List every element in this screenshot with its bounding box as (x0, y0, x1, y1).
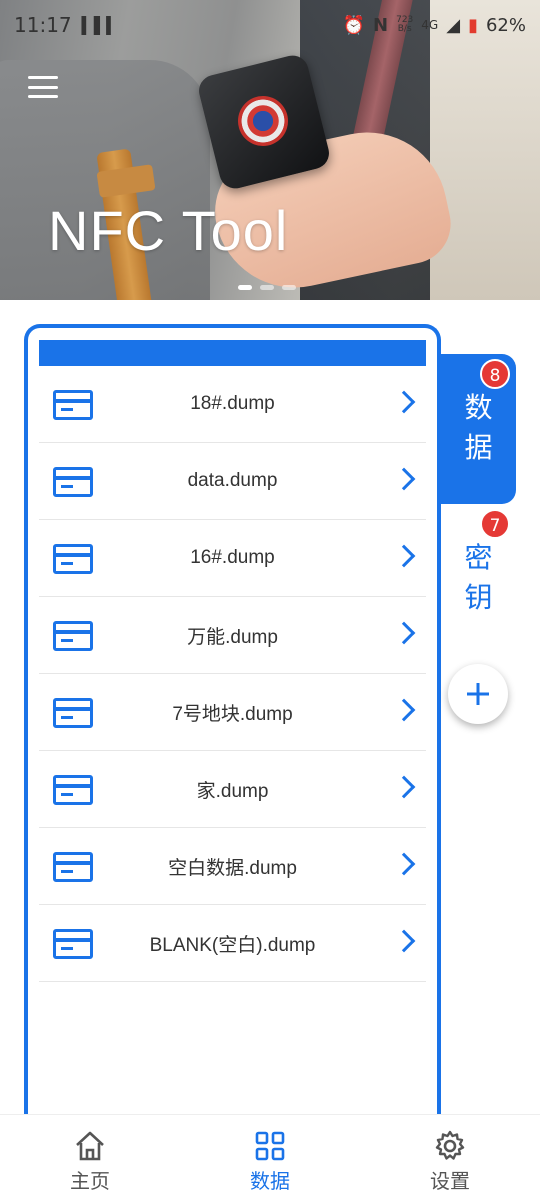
file-list-card: 18#.dump data.dump 16#.dump 万能.dump 7号地块.dum… (24, 324, 441, 1134)
file-name: 家.dump (196, 780, 269, 802)
tab-keys-label: 密钥 (464, 541, 493, 614)
battery-icon: ▮ (468, 14, 478, 36)
card-file-icon (53, 852, 93, 882)
gear-icon (435, 1130, 465, 1160)
file-row[interactable]: data.dump (39, 443, 426, 520)
card-file-icon (53, 621, 93, 651)
file-row[interactable]: 16#.dump (39, 520, 426, 597)
add-button[interactable] (448, 664, 508, 724)
grid-icon (255, 1131, 285, 1161)
bottom-navigation: 主页 数据 设置 (0, 1114, 540, 1200)
home-icon (76, 1131, 104, 1161)
keys-count-badge: 7 (480, 509, 510, 539)
page-dot (260, 285, 274, 290)
file-row[interactable]: 7号地块.dump (39, 674, 426, 751)
app-screen: NFC Tool 11:17 ▍▌▍ ⏰ N 723 B/s 4G ◢ ▮ 62%… (0, 0, 540, 1200)
file-row[interactable]: BLANK(空白).dump (39, 905, 426, 982)
network-speed: 723 B/s (396, 15, 414, 34)
nav-data[interactable]: 数据 (180, 1115, 360, 1200)
card-file-icon (53, 775, 93, 805)
file-name: 16#.dump (190, 547, 275, 568)
data-count-badge: 8 (480, 359, 510, 389)
file-name: BLANK(空白).dump (149, 934, 316, 956)
file-name: 7号地块.dump (172, 703, 293, 725)
hamburger-menu-icon[interactable] (28, 76, 58, 98)
card-file-icon (53, 544, 93, 574)
status-time: 11:17 (14, 13, 72, 37)
card-header-bar (39, 340, 426, 366)
network-type: 4G (421, 18, 439, 32)
nav-settings-label: 设置 (430, 1169, 470, 1193)
card-file-icon (53, 390, 93, 420)
card-file-icon (53, 467, 93, 497)
alarm-icon: ⏰ (342, 14, 366, 36)
nav-home[interactable]: 主页 (0, 1115, 180, 1200)
file-list: 18#.dump data.dump 16#.dump 万能.dump 7号地块.dum… (39, 366, 426, 982)
nav-data-label: 数据 (250, 1169, 290, 1193)
nfc-icon: N (373, 14, 389, 36)
file-name: 空白数据.dump (168, 857, 297, 879)
file-name: data.dump (187, 470, 278, 491)
file-row[interactable]: 万能.dump (39, 597, 426, 674)
nav-home-label: 主页 (70, 1169, 110, 1193)
battery-level: 62% (485, 14, 526, 36)
tab-data-label: 数据 (464, 391, 493, 464)
banner-image-shield (238, 96, 288, 146)
voice-icon: ▍▌▍ (81, 15, 119, 35)
file-name: 18#.dump (190, 393, 275, 414)
status-bar: 11:17 ▍▌▍ ⏰ N 723 B/s 4G ◢ ▮ 62% (0, 0, 540, 50)
file-name: 万能.dump (187, 626, 278, 648)
banner-page-indicator (238, 285, 296, 290)
file-row[interactable]: 空白数据.dump (39, 828, 426, 905)
nav-settings[interactable]: 设置 (360, 1115, 540, 1200)
page-dot (238, 285, 252, 290)
card-file-icon (53, 698, 93, 728)
signal-icon: ◢ (446, 14, 461, 36)
file-row[interactable]: 家.dump (39, 751, 426, 828)
banner-title: NFC Tool (48, 199, 289, 262)
page-dot (282, 285, 296, 290)
file-row[interactable]: 18#.dump (39, 366, 426, 443)
card-file-icon (53, 929, 93, 959)
